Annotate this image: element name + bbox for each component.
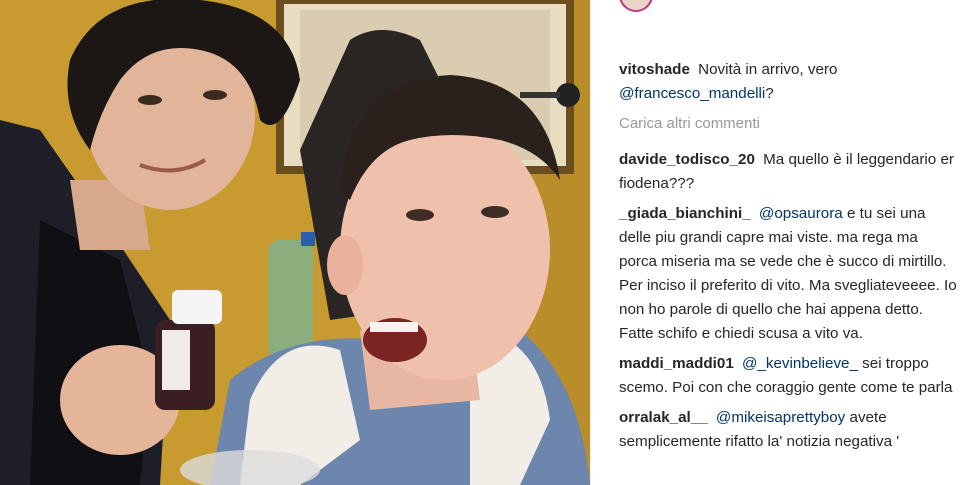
comment-username[interactable]: maddi_maddi01: [619, 355, 734, 372]
profile-avatar-icon[interactable]: [619, 0, 653, 12]
comment-item: maddi_maddi01 @_kevinbelieve_ sei troppo…: [619, 352, 959, 400]
comment-item: davide_todisco_20 Ma quello è il leggend…: [619, 148, 959, 196]
comment-mention[interactable]: @mikeisaprettyboy: [716, 409, 845, 426]
caption-mention[interactable]: @francesco_mandelli: [619, 85, 765, 102]
comment-username[interactable]: _giada_bianchini_: [619, 205, 751, 222]
comment-item: orralak_al__ @mikeisaprettyboy avete sem…: [619, 406, 959, 454]
comments-panel: vitoshade Novità in arrivo, vero @france…: [590, 0, 970, 485]
comment-text: e tu sei una delle piu grandi capre mai …: [619, 205, 957, 342]
comment-mention[interactable]: @_kevinbelieve_: [742, 355, 858, 372]
comment-list: vitoshade Novità in arrivo, vero @france…: [619, 58, 959, 460]
caption-username[interactable]: vitoshade: [619, 61, 690, 78]
comment-mention[interactable]: @opsaurora: [759, 205, 843, 222]
post-photo[interactable]: [0, 0, 590, 485]
selfie-image: [0, 0, 590, 485]
load-more-comments-link[interactable]: Carica altri commenti: [619, 112, 959, 136]
comment-item: _giada_bianchini_ @opsaurora e tu sei un…: [619, 202, 959, 346]
caption-text: Novità in arrivo, vero: [698, 61, 838, 78]
comment-username[interactable]: davide_todisco_20: [619, 151, 755, 168]
comment-username[interactable]: orralak_al__: [619, 409, 708, 426]
caption-suffix: ?: [765, 85, 774, 102]
caption-comment: vitoshade Novità in arrivo, vero @france…: [619, 58, 959, 106]
